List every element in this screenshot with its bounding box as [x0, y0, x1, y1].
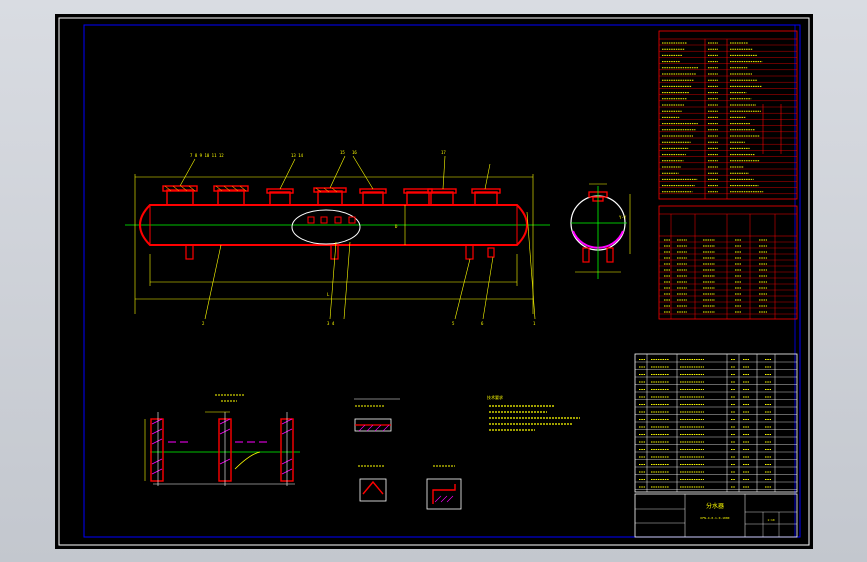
svg-text:15: 15: [340, 150, 345, 155]
side-elevation-view: Y-Y: [570, 183, 631, 279]
svg-text:13 14: 13 14: [291, 153, 304, 158]
nozzle-table: [658, 205, 798, 320]
drawing-canvas: 7 8 9 10 11 12 13 14 15 16 17 2 3 4 5 6 …: [58, 17, 810, 546]
svg-text:Y-Y: Y-Y: [619, 215, 627, 220]
cad-viewport: 7 8 9 10 11 12 13 14 15 16 17 2 3 4 5 6 …: [0, 0, 867, 562]
parts-list-table: [634, 353, 798, 493]
svg-text:7 8 9 10 11 12: 7 8 9 10 11 12: [190, 153, 224, 158]
title-block-name: 分水器: [706, 502, 724, 510]
technical-notes: 技术要求: [487, 394, 580, 431]
front-elevation-view: 7 8 9 10 11 12 13 14 15 16 17 2 3 4 5 6 …: [125, 150, 550, 326]
svg-text:5: 5: [452, 321, 455, 326]
svg-text:16: 16: [352, 150, 357, 155]
svg-text:L: L: [327, 292, 330, 297]
support-section-detail: [144, 411, 300, 486]
svg-text:2: 2: [202, 321, 205, 326]
design-data-table: [658, 30, 798, 200]
svg-text:17: 17: [441, 150, 446, 155]
svg-text:3 4: 3 4: [327, 321, 335, 326]
drawing-sheet[interactable]: 7 8 9 10 11 12 13 14 15 16 17 2 3 4 5 6 …: [55, 14, 813, 549]
notes-heading: 技术要求: [487, 394, 503, 400]
svg-text:6: 6: [481, 321, 484, 326]
title-block: 分水器 DFN-4.0-1.0-1000 1:10: [634, 493, 798, 538]
drawing-border: [83, 24, 801, 538]
title-block-code: DFN-4.0-1.0-1000: [701, 516, 730, 520]
title-block-scale: 1:10: [767, 518, 774, 522]
weld-details: [354, 398, 462, 510]
svg-text:1: 1: [533, 321, 536, 326]
